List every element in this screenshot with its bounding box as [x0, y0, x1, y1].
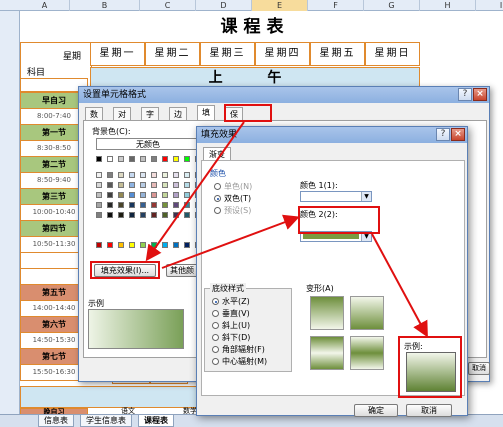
arrow-to-fill-effects — [145, 121, 245, 262]
arrow-to-color2 — [161, 214, 300, 269]
annotation-arrows — [145, 121, 428, 338]
arrow-to-sample — [371, 233, 428, 338]
